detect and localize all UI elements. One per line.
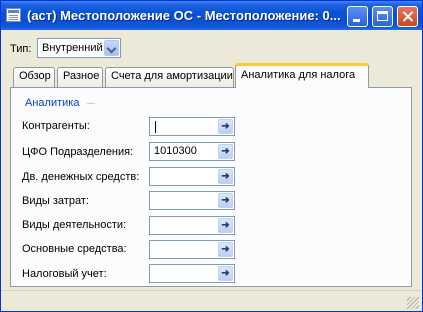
tab-tax-analytics[interactable]: Аналитика для налога	[235, 63, 369, 88]
type-label: Тип:	[10, 43, 32, 55]
activity-types-field[interactable]: ➜	[149, 216, 235, 235]
lookup-arrow-icon[interactable]: ➜	[218, 242, 233, 257]
lookup-arrow-icon[interactable]: ➜	[218, 169, 233, 184]
lookup-arrow-icon[interactable]: ➜	[218, 193, 233, 208]
lookup-arrow-icon[interactable]: ➜	[218, 266, 233, 281]
window-title: (аст) Местоположение ОС - Местоположение…	[27, 8, 341, 23]
type-select-value: Внутренний	[42, 42, 103, 54]
field-label: Виды затрат:	[22, 195, 89, 207]
group-divider	[87, 103, 95, 104]
lookup-arrow-icon[interactable]: ➜	[218, 119, 233, 134]
status-bar	[1, 290, 422, 311]
cash-flow-field[interactable]: ➜	[149, 167, 235, 186]
title-bar[interactable]: (аст) Местоположение ОС - Местоположение…	[1, 1, 422, 30]
field-label: ЦФО Подразделения:	[22, 146, 134, 158]
field-label: Виды деятельности:	[22, 219, 127, 231]
field-label: Контрагенты:	[22, 120, 90, 132]
cost-types-field[interactable]: ➜	[149, 191, 235, 210]
chevron-down-icon[interactable]	[104, 40, 119, 56]
minimize-button[interactable]	[347, 6, 368, 27]
field-label: Налоговый учет:	[22, 268, 107, 280]
close-button[interactable]	[397, 6, 418, 27]
lookup-arrow-icon[interactable]: ➜	[218, 218, 233, 233]
tab-misc[interactable]: Разное	[57, 67, 103, 87]
fixed-assets-field[interactable]: ➜	[149, 240, 235, 259]
counterparties-field[interactable]: ➜	[149, 117, 235, 136]
department-cfo-field[interactable]: 1010300 ➜	[149, 142, 235, 161]
form-icon[interactable]	[6, 8, 21, 22]
field-value: 1010300	[154, 145, 197, 157]
field-label: Дв. денежных средств:	[22, 171, 140, 183]
field-label: Основные средства:	[22, 243, 127, 255]
dialog-window: (аст) Местоположение ОС - Местоположение…	[0, 0, 423, 312]
tab-depreciation-accounts[interactable]: Счета для амортизации	[105, 67, 234, 87]
lookup-arrow-icon[interactable]: ➜	[218, 144, 233, 159]
text-cursor	[155, 121, 156, 133]
tab-overview[interactable]: Обзор	[13, 67, 55, 87]
type-select[interactable]: Внутренний	[37, 38, 121, 58]
maximize-button[interactable]	[372, 6, 393, 27]
resize-grip-icon[interactable]	[407, 297, 419, 309]
group-title: Аналитика	[25, 97, 80, 109]
tax-accounting-field[interactable]: ➜	[149, 264, 235, 283]
